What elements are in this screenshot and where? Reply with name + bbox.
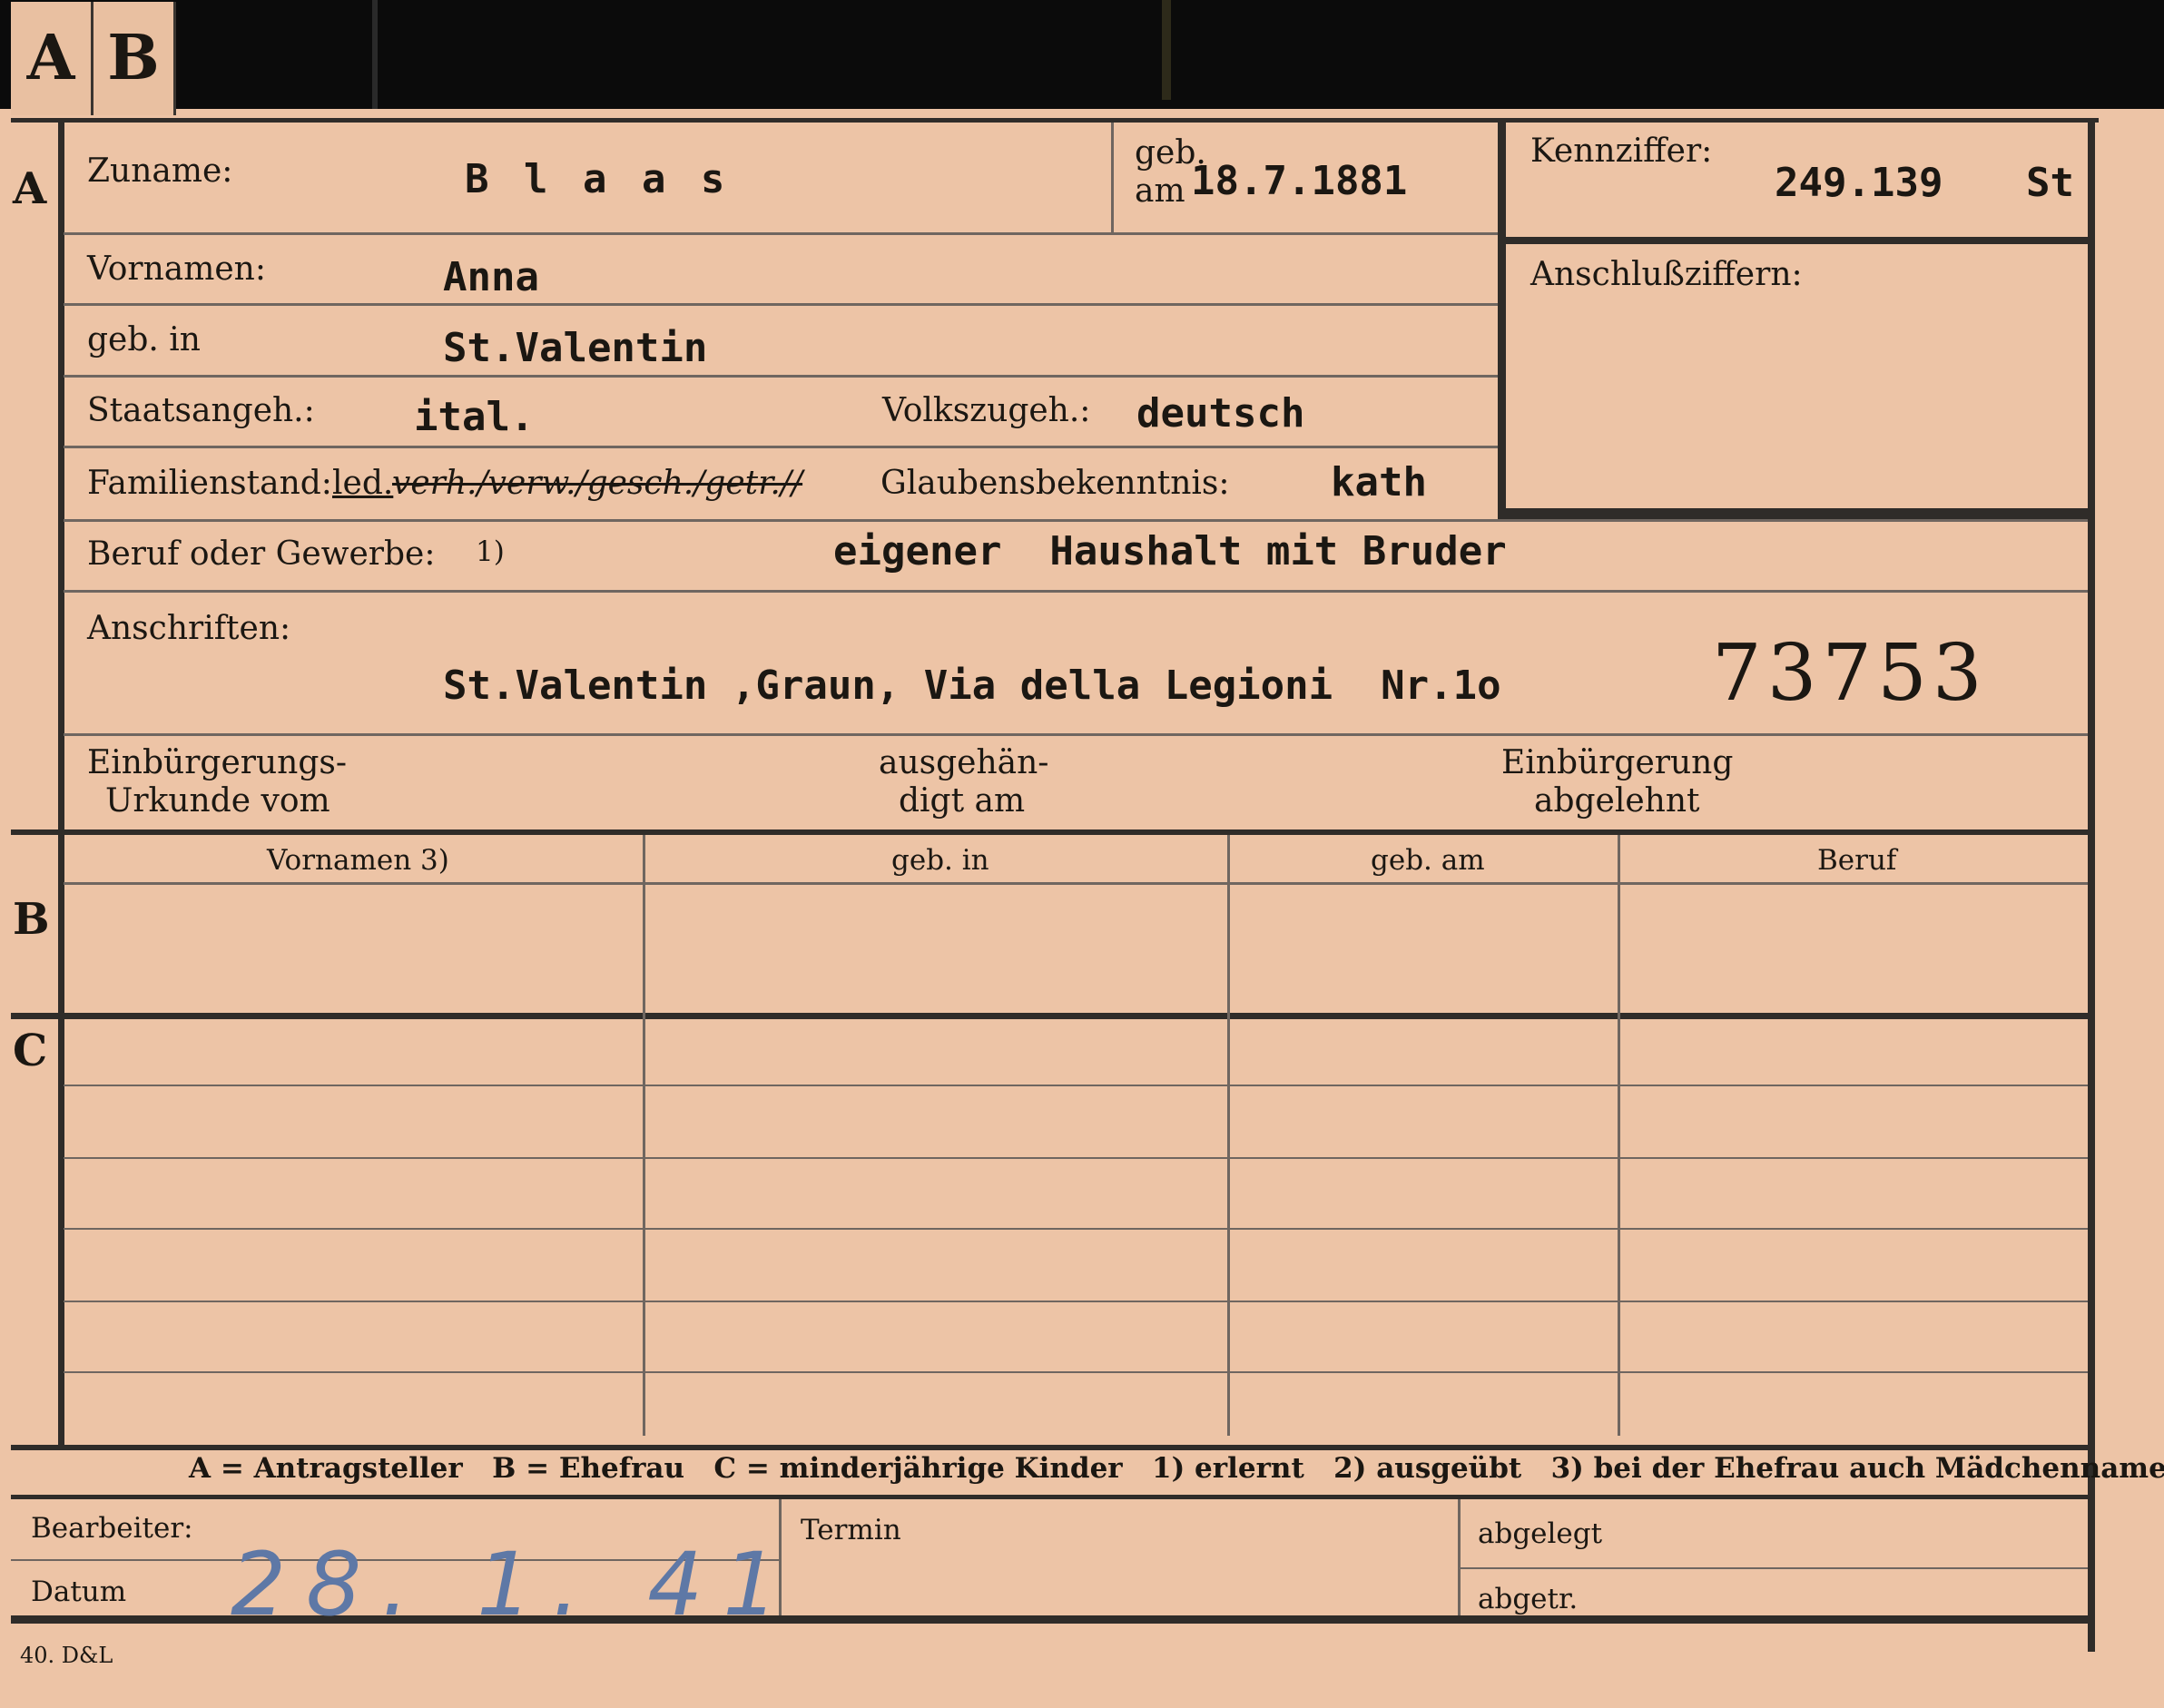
born-on-label-2: am — [1135, 172, 1185, 210]
occupation-label: Beruf oder Gewerbe: — [87, 535, 436, 573]
birthplace-label: geb. in — [87, 321, 201, 358]
citizenship-label: Staatsangeh.: — [87, 392, 315, 429]
index-tab-b: B — [93, 2, 176, 115]
deadline-label: Termin — [801, 1514, 901, 1546]
refused-label-2: abgelehnt — [1534, 782, 1700, 820]
marital-label: Familienstand: — [87, 465, 332, 502]
scan-artifact — [1162, 0, 1171, 100]
section-b-marker: B — [13, 894, 50, 945]
stamped-number: 73753 — [1712, 628, 1988, 719]
ethnicity-label: Volkszugeh.: — [882, 392, 1091, 429]
table-header-birthplace: geb. in — [891, 844, 989, 877]
connections-label: Anschlußziffern: — [1530, 256, 1803, 293]
marital-crossed-options: verh./verw./gesch./getr.// — [392, 465, 803, 502]
firstnames-value: Anna — [443, 254, 539, 300]
id-value: 249.139 — [1775, 160, 1943, 206]
address-value: St.Valentin ,Graun, Via della Legioni Nr… — [443, 663, 1501, 709]
naturalization-doc-label-2: Urkunde vom — [105, 782, 330, 820]
filed-label: abgelegt — [1478, 1517, 1603, 1550]
citizenship-value: ital. — [414, 394, 535, 440]
occupation-footnote: 1) — [476, 535, 505, 568]
date-label: Datum — [31, 1575, 127, 1608]
sent-label: abgetr. — [1478, 1583, 1579, 1615]
table-header-birthdate: geb. am — [1371, 844, 1485, 877]
born-on-value: 18.7.1881 — [1191, 158, 1408, 204]
legend: A = Antragsteller B = Ehefrau C = minder… — [189, 1452, 2164, 1485]
firstnames-label: Vornamen: — [87, 250, 266, 288]
clerk-label: Bearbeiter: — [31, 1512, 193, 1545]
id-suffix: St — [2026, 160, 2074, 206]
ethnicity-value: deutsch — [1136, 390, 1305, 437]
handed-over-label-2: digt am — [899, 782, 1026, 820]
handed-over-label: ausgehän- — [879, 744, 1049, 781]
section-c-marker: C — [13, 1026, 48, 1076]
surname-value: B l a a s — [465, 156, 731, 202]
handwritten-date: 28. 1. 41 — [231, 1534, 799, 1635]
address-label: Anschriften: — [87, 610, 291, 647]
birthplace-value: St.Valentin — [443, 325, 708, 371]
religion-label: Glaubensbekenntnis: — [880, 465, 1230, 502]
id-label: Kennziffer: — [1530, 133, 1713, 170]
section-a-marker: A — [13, 163, 47, 214]
religion-value: kath — [1331, 459, 1427, 506]
refused-label: Einbürgerung — [1501, 744, 1734, 781]
table-header-firstnames: Vornamen 3) — [267, 844, 449, 877]
scan-artifact — [372, 0, 378, 109]
printer-mark: 40. D&L — [20, 1643, 113, 1668]
surname-label: Zuname: — [87, 152, 233, 190]
marital-status: led. — [332, 465, 394, 502]
scan-background — [0, 0, 2164, 118]
table-header-occupation: Beruf — [1817, 844, 1897, 877]
naturalization-doc-label: Einbürgerungs- — [87, 744, 348, 781]
occupation-value: eigener Haushalt mit Bruder — [833, 528, 1507, 574]
registration-card: A B A B C Zuname: B l a a s geb. am 18.7… — [0, 2, 2164, 1708]
index-tab-a: A — [11, 2, 93, 115]
